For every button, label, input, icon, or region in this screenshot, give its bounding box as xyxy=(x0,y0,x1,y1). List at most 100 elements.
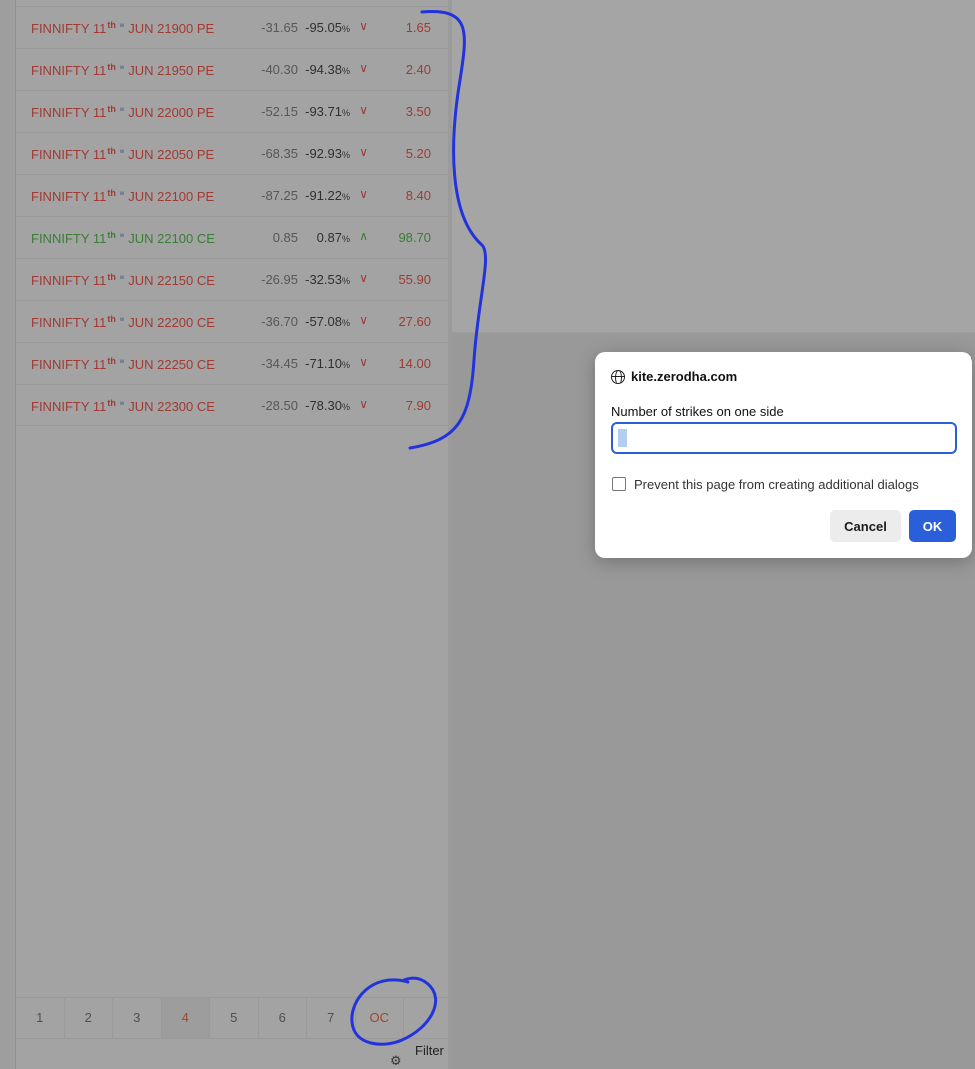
price-change: -52.15 xyxy=(261,104,298,119)
instrument-symbol: FINNIFTY 11th w JUN 22250 CE xyxy=(31,356,215,372)
date-suffix: th xyxy=(107,104,116,114)
symbol-contract: JUN 22200 CE xyxy=(128,315,215,330)
instrument-row[interactable]: FINNIFTY 11th w JUN 22250 CE -34.45 -71.10% ∨… xyxy=(16,342,448,384)
strikes-input[interactable] xyxy=(611,422,957,454)
weekly-badge: w xyxy=(119,317,125,323)
ok-button[interactable]: OK xyxy=(909,510,956,542)
last-price: 2.40 xyxy=(405,62,431,77)
date-suffix: th xyxy=(107,20,116,30)
percent-value: -91.22 xyxy=(305,188,342,203)
filter-label[interactable]: Filter xyxy=(415,1043,444,1058)
instrument-symbol: FINNIFTY 11th w JUN 21950 PE xyxy=(31,62,214,78)
date-suffix: th xyxy=(107,146,116,156)
instrument-symbol: FINNIFTY 11th w JUN 22150 CE xyxy=(31,272,215,288)
percent-unit: % xyxy=(341,234,350,244)
symbol-name: FINNIFTY 11 xyxy=(31,147,107,162)
instrument-symbol: FINNIFTY 11th w JUN 22100 CE xyxy=(31,230,215,246)
chevron-down-icon: ∨ xyxy=(359,145,368,159)
marketwatch-pager: 1 2 3 4 5 6 7 OC xyxy=(16,997,448,1039)
page-tab-2[interactable]: 2 xyxy=(65,998,113,1038)
chevron-down-icon: ∨ xyxy=(359,61,368,75)
weekly-badge: w xyxy=(119,275,125,281)
last-price: 1.65 xyxy=(405,20,431,35)
dialog-origin: kite.zerodha.com xyxy=(611,369,737,384)
weekly-badge: w xyxy=(119,233,125,239)
price-change: -31.65 xyxy=(261,20,298,35)
instrument-symbol: FINNIFTY 11th w JUN 22050 PE xyxy=(31,146,214,162)
prevent-dialogs-label[interactable]: Prevent this page from creating addition… xyxy=(634,477,919,492)
price-change: -34.45 xyxy=(261,356,298,371)
date-suffix: th xyxy=(107,272,116,282)
percent-value: -95.05 xyxy=(305,20,342,35)
last-price: 27.60 xyxy=(398,314,431,329)
chevron-down-icon: ∨ xyxy=(359,355,368,369)
weekly-badge: w xyxy=(119,149,125,155)
price-change: -36.70 xyxy=(261,314,298,329)
instrument-row[interactable]: FINNIFTY 11th w JUN 22150 CE -26.95 -32.53% ∨… xyxy=(16,258,448,300)
percent-change: -95.05% xyxy=(305,20,350,35)
percent-unit: % xyxy=(341,150,350,160)
page-tab-oc[interactable]: OC xyxy=(356,998,404,1038)
marketwatch-list: FINNIFTY 11th w JUN 21900 PE -31.65 -95.05% ∨… xyxy=(16,6,448,426)
cancel-button[interactable]: Cancel xyxy=(830,510,901,542)
percent-change: -71.10% xyxy=(305,356,350,371)
percent-unit: % xyxy=(341,66,350,76)
page-tab-1[interactable]: 1 xyxy=(16,998,65,1038)
chevron-down-icon: ∨ xyxy=(359,103,368,117)
percent-change: 0.87% xyxy=(317,230,350,245)
dialog-origin-text: kite.zerodha.com xyxy=(631,369,738,384)
instrument-row[interactable]: FINNIFTY 11th w JUN 22300 CE -28.50 -78.30% ∨… xyxy=(16,384,448,426)
instrument-symbol: FINNIFTY 11th w JUN 21900 PE xyxy=(31,20,214,36)
page-tab-3[interactable]: 3 xyxy=(113,998,162,1038)
price-change: 0.85 xyxy=(272,230,298,245)
weekly-badge: w xyxy=(119,65,125,71)
price-change: -28.50 xyxy=(261,398,298,413)
symbol-contract: JUN 22050 PE xyxy=(128,147,215,162)
percent-unit: % xyxy=(341,276,350,286)
instrument-row[interactable]: FINNIFTY 11th w JUN 21900 PE -31.65 -95.05% ∨… xyxy=(16,6,448,48)
prevent-dialogs-checkbox[interactable] xyxy=(612,477,626,491)
instrument-row[interactable]: FINNIFTY 11th w JUN 22100 PE -87.25 -91.22% ∨… xyxy=(16,174,448,216)
weekly-badge: w xyxy=(119,107,125,113)
price-change: -26.95 xyxy=(261,272,298,287)
symbol-contract: JUN 22100 CE xyxy=(128,231,215,246)
symbol-name: FINNIFTY 11 xyxy=(31,315,107,330)
percent-change: -91.22% xyxy=(305,188,350,203)
percent-value: -71.10 xyxy=(305,356,342,371)
symbol-name: FINNIFTY 11 xyxy=(31,63,107,78)
date-suffix: th xyxy=(107,398,116,408)
instrument-row[interactable]: FINNIFTY 11th w JUN 22050 PE -68.35 -92.93% ∨… xyxy=(16,132,448,174)
price-change: -87.25 xyxy=(261,188,298,203)
page-tab-7[interactable]: 7 xyxy=(307,998,356,1038)
date-suffix: th xyxy=(107,230,116,240)
instrument-row[interactable]: FINNIFTY 11th w JUN 22100 CE 0.85 0.87% ∧ 98.7… xyxy=(16,216,448,258)
instrument-row[interactable]: FINNIFTY 11th w JUN 21950 PE -40.30 -94.38% ∨… xyxy=(16,48,448,90)
percent-value: -57.08 xyxy=(305,314,342,329)
last-price: 14.00 xyxy=(398,356,431,371)
percent-unit: % xyxy=(341,318,350,328)
instrument-row[interactable]: FINNIFTY 11th w JUN 22000 PE -52.15 -93.71% ∨… xyxy=(16,90,448,132)
symbol-name: FINNIFTY 11 xyxy=(31,21,107,36)
instrument-symbol: FINNIFTY 11th w JUN 22100 PE xyxy=(31,188,214,204)
last-price: 3.50 xyxy=(405,104,431,119)
main-panel xyxy=(452,0,975,333)
marketwatch-panel: FINNIFTY 11th w JUN 21900 PE -31.65 -95.05% ∨… xyxy=(16,0,448,1069)
instrument-row[interactable]: FINNIFTY 11th w JUN 22200 CE -36.70 -57.08% ∨… xyxy=(16,300,448,342)
side-strip xyxy=(0,0,16,1069)
page-tab-6[interactable]: 6 xyxy=(259,998,307,1038)
date-suffix: th xyxy=(107,356,116,366)
gear-icon[interactable]: ⚙ xyxy=(390,1053,402,1069)
symbol-contract: JUN 21900 PE xyxy=(128,21,215,36)
percent-change: -78.30% xyxy=(305,398,350,413)
page-tab-5[interactable]: 5 xyxy=(210,998,259,1038)
symbol-name: FINNIFTY 11 xyxy=(31,399,107,414)
symbol-contract: JUN 22300 CE xyxy=(128,399,215,414)
symbol-contract: JUN 22250 CE xyxy=(128,357,215,372)
page-tab-4[interactable]: 4 xyxy=(161,998,210,1038)
instrument-symbol: FINNIFTY 11th w JUN 22300 CE xyxy=(31,398,215,414)
chevron-down-icon: ∨ xyxy=(359,271,368,285)
chevron-up-icon: ∧ xyxy=(359,229,368,243)
chevron-down-icon: ∨ xyxy=(359,19,368,33)
last-price: 5.20 xyxy=(405,146,431,161)
chevron-down-icon: ∨ xyxy=(359,397,368,411)
